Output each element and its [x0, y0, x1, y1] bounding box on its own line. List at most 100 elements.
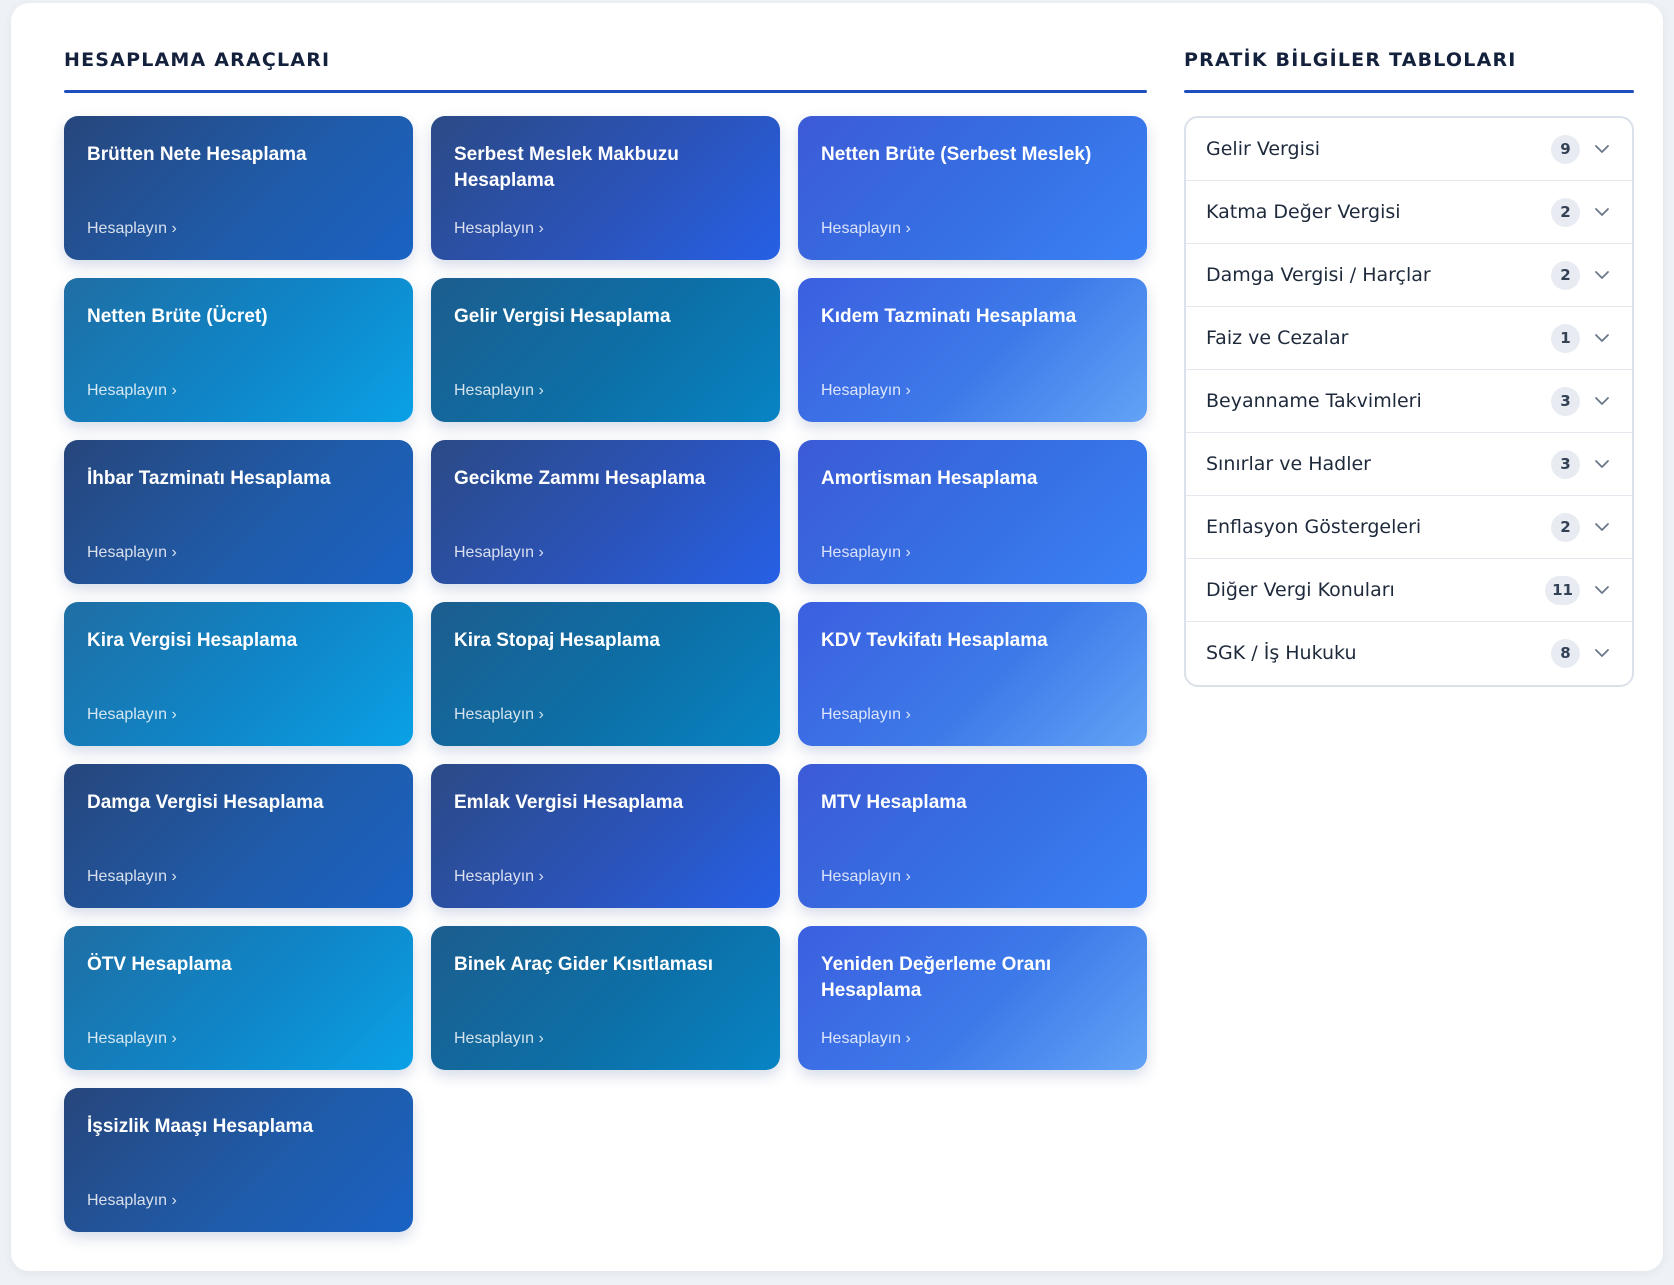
accordion-item-label: SGK / İş Hukuku — [1206, 642, 1357, 664]
tool-card-link[interactable]: Hesaplayın › — [87, 1192, 177, 1210]
tool-card[interactable]: Gelir Vergisi Hesaplama Hesaplayın › — [431, 278, 780, 422]
tool-card-title: Brütten Nete Hesaplama — [87, 144, 307, 165]
tool-card-link[interactable]: Hesaplayın › — [454, 1030, 544, 1048]
tables-title-underline — [1184, 90, 1634, 93]
tool-card-title: İşsizlik Maaşı Hesaplama — [87, 1116, 314, 1137]
tool-card[interactable]: Amortisman Hesaplama Hesaplayın › — [798, 440, 1147, 584]
accordion-item[interactable]: Faiz ve Cezalar 1 — [1186, 307, 1632, 370]
tools-grid: Brütten Nete Hesaplama Hesaplayın › Serbes… — [64, 116, 1147, 1232]
accordion-item-label: Faiz ve Cezalar — [1206, 327, 1349, 349]
tool-card-link[interactable]: Hesaplayın › — [821, 1030, 911, 1048]
tool-card-link[interactable]: Hesaplayın › — [454, 868, 544, 886]
accordion-item[interactable]: Sınırlar ve Hadler 3 — [1186, 433, 1632, 496]
chevron-down-icon[interactable] — [1594, 142, 1610, 156]
tool-card-link[interactable]: Hesaplayın › — [821, 706, 911, 724]
chevron-down-icon[interactable] — [1594, 646, 1610, 660]
tool-card-title: ÖTV Hesaplama — [87, 954, 232, 975]
count-badge: 2 — [1551, 513, 1580, 542]
tool-card-title: Yeniden Değerleme Oranı Hesaplama — [821, 954, 1052, 1001]
tool-card[interactable]: Kira Vergisi Hesaplama Hesaplayın › — [64, 602, 413, 746]
accordion-item[interactable]: Gelir Vergisi 9 — [1186, 118, 1632, 181]
chevron-down-icon[interactable] — [1594, 583, 1610, 597]
tool-card-link[interactable]: Hesaplayın › — [454, 382, 544, 400]
count-badge: 3 — [1551, 450, 1580, 479]
tool-card-title: Gelir Vergisi Hesaplama — [454, 306, 671, 327]
tool-card[interactable]: Netten Brüte (Serbest Meslek) Hesaplayın … — [798, 116, 1147, 260]
accordion-item[interactable]: Damga Vergisi / Harçlar 2 — [1186, 244, 1632, 307]
accordion-item[interactable]: SGK / İş Hukuku 8 — [1186, 622, 1632, 685]
tool-card-title: Gecikme Zammı Hesaplama — [454, 468, 706, 489]
tool-card-link[interactable]: Hesaplayın › — [87, 706, 177, 724]
tool-card-title: İhbar Tazminatı Hesaplama — [87, 468, 331, 489]
tables-accordion: Gelir Vergisi 9 Katma Değer Vergisi 2 Damga … — [1184, 116, 1634, 687]
tool-card-link[interactable]: Hesaplayın › — [87, 382, 177, 400]
count-badge: 2 — [1551, 198, 1580, 227]
chevron-down-icon[interactable] — [1594, 520, 1610, 534]
tool-card-link[interactable]: Hesaplayın › — [454, 544, 544, 562]
tool-card[interactable]: KDV Tevkifatı Hesaplama Hesaplayın › — [798, 602, 1147, 746]
tool-card-title: MTV Hesaplama — [821, 792, 967, 813]
count-badge: 3 — [1551, 387, 1580, 416]
count-badge: 2 — [1551, 261, 1580, 290]
accordion-item-label: Gelir Vergisi — [1206, 138, 1321, 160]
chevron-down-icon[interactable] — [1594, 331, 1610, 345]
accordion-item-label: Enflasyon Göstergeleri — [1206, 516, 1422, 538]
tool-card[interactable]: Kıdem Tazminatı Hesaplama Hesaplayın › — [798, 278, 1147, 422]
tables-section-title: PRATİK BİLGİLER TABLOLARI — [1184, 49, 1517, 71]
accordion-item-label: Diğer Vergi Konuları — [1206, 579, 1395, 601]
tool-card-title: Kıdem Tazminatı Hesaplama — [821, 306, 1077, 327]
tool-card-title: Kira Vergisi Hesaplama — [87, 630, 298, 651]
tool-card[interactable]: MTV Hesaplama Hesaplayın › — [798, 764, 1147, 908]
tool-card[interactable]: ÖTV Hesaplama Hesaplayın › — [64, 926, 413, 1070]
tool-card-link[interactable]: Hesaplayın › — [821, 220, 911, 238]
accordion-item[interactable]: Katma Değer Vergisi 2 — [1186, 181, 1632, 244]
accordion-item-label: Damga Vergisi / Harçlar — [1206, 264, 1431, 286]
chevron-down-icon[interactable] — [1594, 457, 1610, 471]
tool-card[interactable]: Damga Vergisi Hesaplama Hesaplayın › — [64, 764, 413, 908]
tool-card-link[interactable]: Hesaplayın › — [821, 868, 911, 886]
tool-card[interactable]: Binek Araç Gider Kısıtlaması Hesaplayın › — [431, 926, 780, 1070]
tool-card-link[interactable]: Hesaplayın › — [454, 706, 544, 724]
tool-card-title: Binek Araç Gider Kısıtlaması — [454, 954, 714, 975]
accordion-item-label: Katma Değer Vergisi — [1206, 201, 1401, 223]
tool-card[interactable]: Brütten Nete Hesaplama Hesaplayın › — [64, 116, 413, 260]
tool-card-link[interactable]: Hesaplayın › — [87, 1030, 177, 1048]
tools-title-underline — [64, 90, 1147, 93]
tool-card-link[interactable]: Hesaplayın › — [87, 220, 177, 238]
accordion-item-label: Beyanname Takvimleri — [1206, 390, 1422, 412]
tool-card-title: KDV Tevkifatı Hesaplama — [821, 630, 1048, 651]
tool-card[interactable]: Kira Stopaj Hesaplama Hesaplayın › — [431, 602, 780, 746]
tool-card-title: Emlak Vergisi Hesaplama — [454, 792, 684, 813]
tool-card-link[interactable]: Hesaplayın › — [821, 544, 911, 562]
tool-card-link[interactable]: Hesaplayın › — [821, 382, 911, 400]
tool-card-title: Serbest Meslek Makbuzu Hesaplama — [454, 144, 679, 191]
accordion-item[interactable]: Enflasyon Göstergeleri 2 — [1186, 496, 1632, 559]
tool-card[interactable]: Serbest Meslek Makbuzu Hesaplama Hesaplay… — [431, 116, 780, 260]
tool-card[interactable]: İhbar Tazminatı Hesaplama Hesaplayın › — [64, 440, 413, 584]
count-badge: 1 — [1551, 324, 1580, 353]
chevron-down-icon[interactable] — [1594, 394, 1610, 408]
tool-card[interactable]: Emlak Vergisi Hesaplama Hesaplayın › — [431, 764, 780, 908]
accordion-item[interactable]: Beyanname Takvimleri 3 — [1186, 370, 1632, 433]
tool-card-link[interactable]: Hesaplayın › — [87, 868, 177, 886]
tool-card-title: Netten Brüte (Serbest Meslek) — [821, 144, 1092, 165]
main-panel: HESAPLAMA ARAÇLARI Brütten Nete Hesaplam… — [11, 3, 1663, 1271]
tool-card[interactable]: Yeniden Değerleme Oranı Hesaplama Hesapla… — [798, 926, 1147, 1070]
tool-card-title: Kira Stopaj Hesaplama — [454, 630, 660, 651]
accordion-item-label: Sınırlar ve Hadler — [1206, 453, 1371, 475]
tool-card-title: Damga Vergisi Hesaplama — [87, 792, 324, 813]
chevron-down-icon[interactable] — [1594, 205, 1610, 219]
chevron-down-icon[interactable] — [1594, 268, 1610, 282]
tool-card[interactable]: Netten Brüte (Ücret) Hesaplayın › — [64, 278, 413, 422]
tools-section-title: HESAPLAMA ARAÇLARI — [64, 49, 331, 71]
count-badge: 11 — [1545, 576, 1580, 605]
count-badge: 8 — [1551, 639, 1580, 668]
tool-card[interactable]: Gecikme Zammı Hesaplama Hesaplayın › — [431, 440, 780, 584]
tool-card-link[interactable]: Hesaplayın › — [87, 544, 177, 562]
accordion-item[interactable]: Diğer Vergi Konuları 11 — [1186, 559, 1632, 622]
count-badge: 9 — [1551, 135, 1580, 164]
tool-card-link[interactable]: Hesaplayın › — [454, 220, 544, 238]
tool-card[interactable]: İşsizlik Maaşı Hesaplama Hesaplayın › — [64, 1088, 413, 1232]
tool-card-title: Amortisman Hesaplama — [821, 468, 1038, 489]
tool-card-title: Netten Brüte (Ücret) — [87, 306, 268, 327]
